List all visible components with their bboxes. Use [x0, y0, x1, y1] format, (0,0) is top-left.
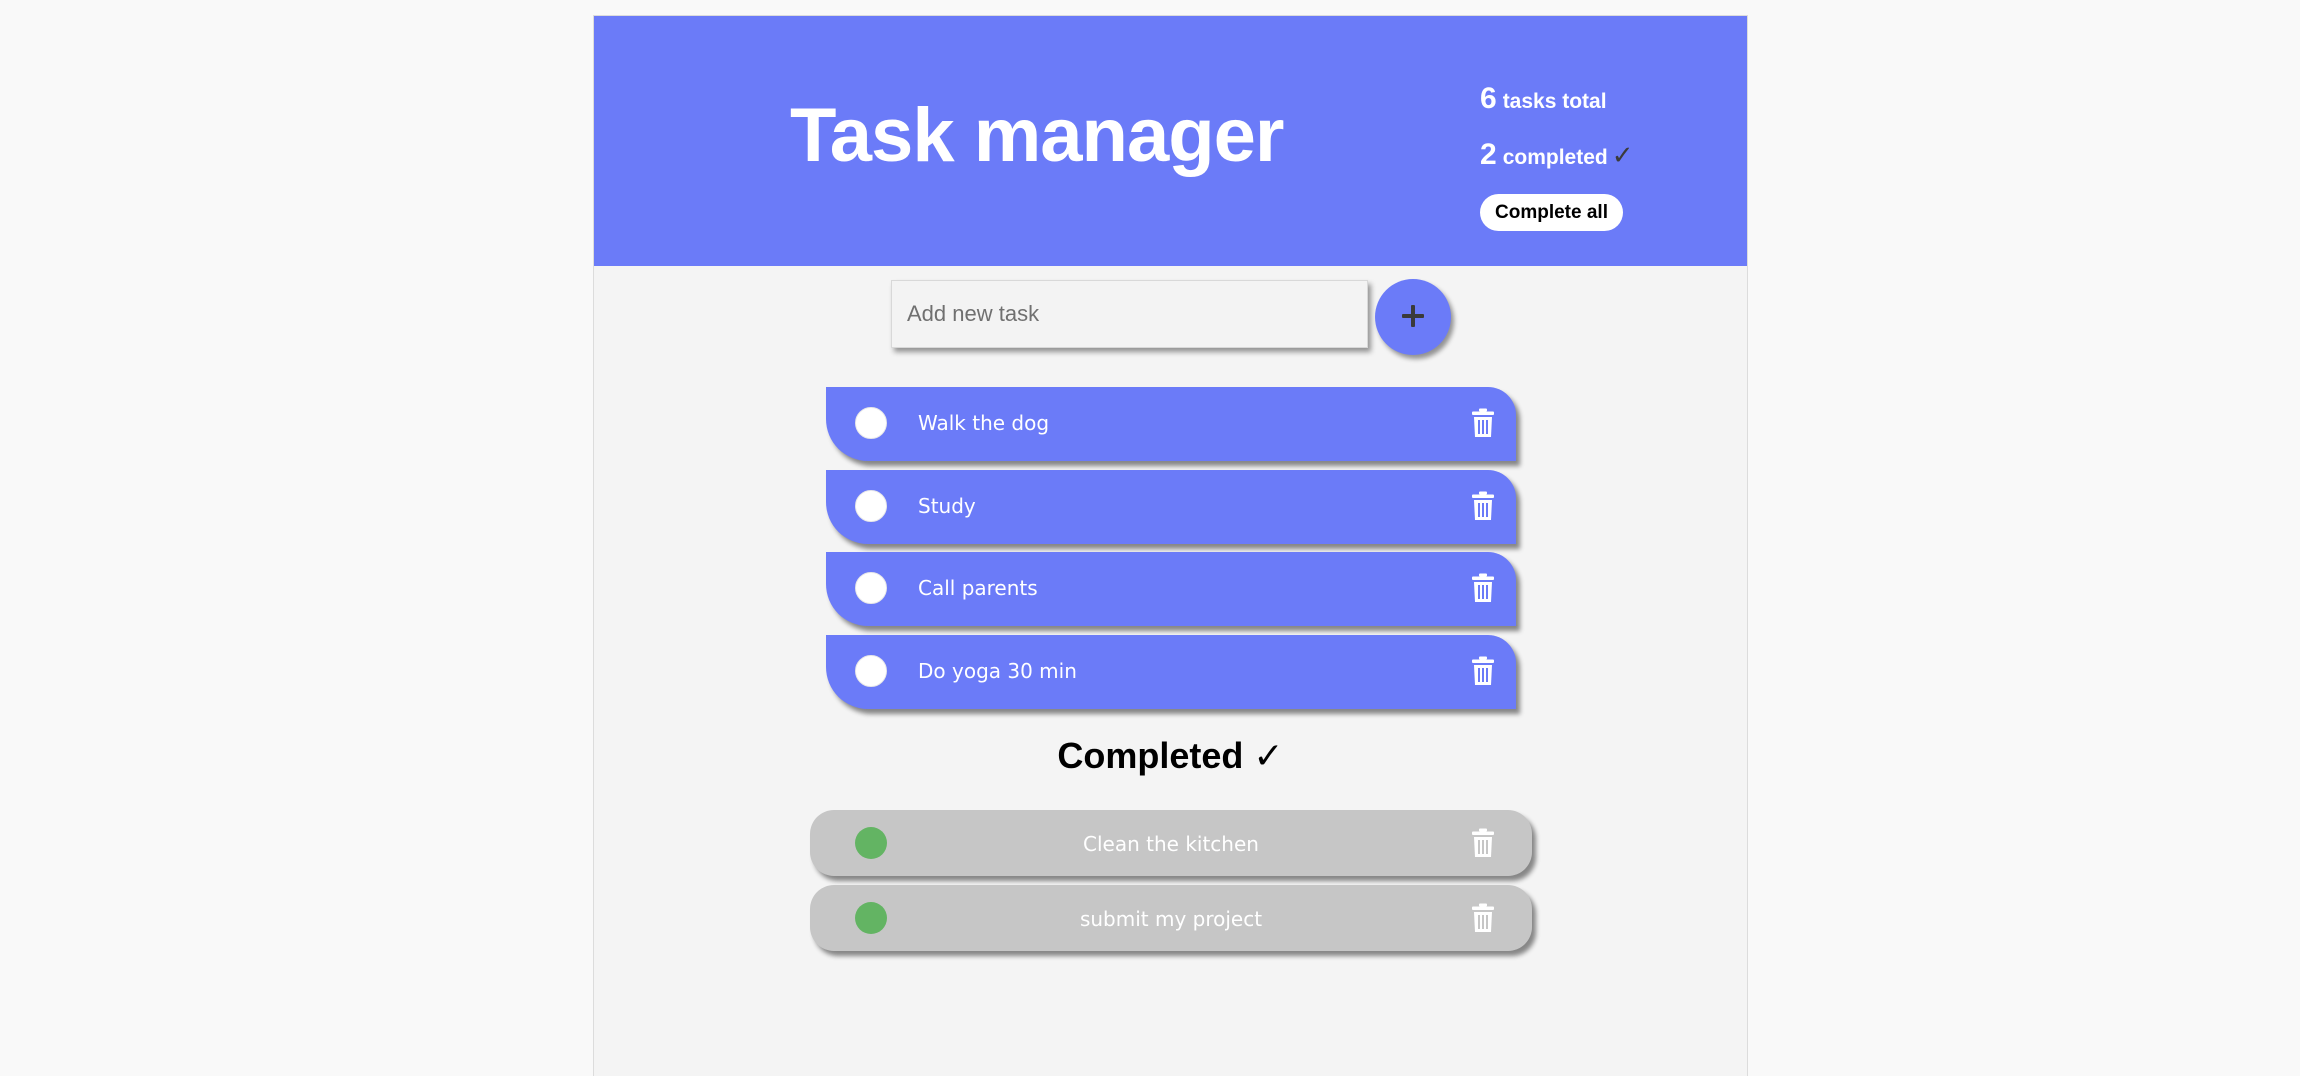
add-task-button[interactable]: [1375, 279, 1451, 355]
completed-stat: 2 completed ✓: [1480, 138, 1634, 172]
completed-heading: Completed ✓: [1057, 735, 1284, 776]
task-checkbox[interactable]: [855, 407, 887, 439]
task-checkbox[interactable]: [855, 572, 887, 604]
task-label: Do yoga 30 min: [918, 659, 1077, 683]
task-item: Study: [826, 470, 1516, 544]
task-label: Clean the kitchen: [1083, 832, 1259, 856]
task-item: Do yoga 30 min: [826, 635, 1516, 709]
trash-icon[interactable]: [1472, 828, 1494, 858]
task-checkbox[interactable]: [855, 655, 887, 687]
complete-all-button[interactable]: Complete all: [1480, 194, 1623, 231]
tasks-total-label: tasks total: [1502, 90, 1607, 113]
trash-icon[interactable]: [1472, 573, 1494, 603]
task-label: Call parents: [918, 576, 1038, 600]
trash-icon[interactable]: [1472, 903, 1494, 933]
header: Task manager 6 tasks total 2 completed ✓ Co…: [594, 16, 1747, 266]
completed-task-item: Clean the kitchen: [810, 810, 1532, 876]
plus-icon: [1402, 305, 1424, 327]
page-title: Task manager: [790, 93, 1285, 178]
new-task-input[interactable]: [891, 280, 1368, 348]
task-label: submit my project: [1079, 907, 1263, 931]
completed-task-item: submit my project: [810, 885, 1532, 951]
completed-count: 2: [1480, 138, 1497, 171]
task-checkbox[interactable]: [855, 490, 887, 522]
task-label: Study: [918, 494, 976, 518]
trash-icon[interactable]: [1472, 491, 1494, 521]
task-item: Call parents: [826, 552, 1516, 626]
check-icon: ✓: [1611, 140, 1634, 170]
tasks-total-stat: 6 tasks total: [1480, 82, 1607, 116]
task-manager-app: Task manager 6 tasks total 2 completed ✓ Co…: [593, 15, 1748, 1076]
trash-icon[interactable]: [1472, 408, 1494, 438]
task-item: Walk the dog: [826, 387, 1516, 461]
task-label: Walk the dog: [918, 411, 1050, 435]
completed-label: completed: [1502, 146, 1608, 169]
trash-icon[interactable]: [1472, 656, 1494, 686]
tasks-total-count: 6: [1480, 82, 1497, 115]
